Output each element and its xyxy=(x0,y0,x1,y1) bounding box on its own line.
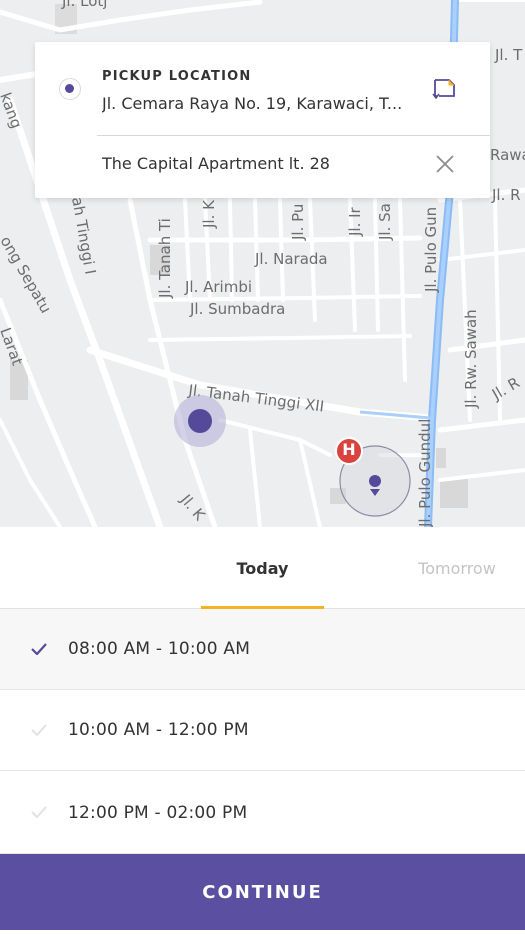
svg-text:Jl. T: Jl. T xyxy=(494,46,523,64)
bottom-strip xyxy=(0,930,525,934)
svg-text:Jl. Arimbi: Jl. Arimbi xyxy=(184,278,252,296)
svg-text:Rawa: Rawa xyxy=(490,146,525,164)
current-location-dot xyxy=(188,409,212,433)
time-slot-label: 12:00 PM - 02:00 PM xyxy=(68,802,248,823)
check-icon xyxy=(31,806,47,818)
tab-tomorrow[interactable]: Tomorrow xyxy=(398,527,516,609)
pickup-location-title: PICKUP LOCATION xyxy=(102,69,252,84)
time-slot-3[interactable]: 12:00 PM - 02:00 PM xyxy=(0,772,525,854)
location-card: PICKUP LOCATION Jl. Cemara Raya No. 19, … xyxy=(35,42,490,198)
svg-text:Jl. R: Jl. R xyxy=(488,374,523,404)
edit-note-icon[interactable] xyxy=(431,76,457,102)
check-icon xyxy=(31,643,47,655)
pickup-address[interactable]: Jl. Cemara Raya No. 19, Karawaci, T... xyxy=(102,94,422,113)
svg-text:Jl. Sumbadra: Jl. Sumbadra xyxy=(189,300,285,318)
time-slot-label: 08:00 AM - 10:00 AM xyxy=(68,639,251,659)
svg-text:Jl. R: Jl. R xyxy=(491,186,521,204)
day-tabs: Today Tomorrow xyxy=(0,527,525,609)
time-slot-1[interactable]: 08:00 AM - 10:00 AM xyxy=(0,609,525,690)
destination-text[interactable]: The Capital Apartment lt. 28 xyxy=(102,154,330,173)
svg-text:Jl. Sa: Jl. Sa xyxy=(376,203,394,241)
svg-text:ong Sepatu: ong Sepatu xyxy=(0,233,55,316)
tab-today[interactable]: Today xyxy=(201,527,324,609)
close-icon[interactable] xyxy=(433,152,457,176)
hospital-marker-label: H xyxy=(342,440,356,459)
svg-text:Larat: Larat xyxy=(0,325,26,368)
svg-text:Jl. Pu: Jl. Pu xyxy=(289,204,307,241)
svg-text:Jl. Pulo Gun: Jl. Pulo Gun xyxy=(422,207,440,293)
svg-text:Jl. Narada: Jl. Narada xyxy=(254,250,328,268)
check-icon xyxy=(31,724,47,736)
svg-text:Jl. Rw. Sawah: Jl. Rw. Sawah xyxy=(462,309,480,409)
svg-text:kang: kang xyxy=(0,90,26,131)
svg-text:ah Tinggi I: ah Tinggi I xyxy=(68,196,99,276)
time-slot-2[interactable]: 10:00 AM - 12:00 PM xyxy=(0,690,525,771)
svg-text:Jl. Tanah Ti: Jl. Tanah Ti xyxy=(156,218,174,299)
svg-text:Jl. Lotj: Jl. Lotj xyxy=(61,0,107,10)
continue-button[interactable]: CONTINUE xyxy=(0,854,525,930)
svg-text:Jl. Pulo Gundul: Jl. Pulo Gundul xyxy=(416,419,434,527)
svg-text:Jl. Ir: Jl. Ir xyxy=(346,206,364,237)
pickup-radio-icon xyxy=(59,78,81,100)
svg-text:Jl. K: Jl. K xyxy=(200,199,218,229)
card-divider xyxy=(97,135,490,136)
time-slot-label: 10:00 AM - 12:00 PM xyxy=(68,720,249,740)
